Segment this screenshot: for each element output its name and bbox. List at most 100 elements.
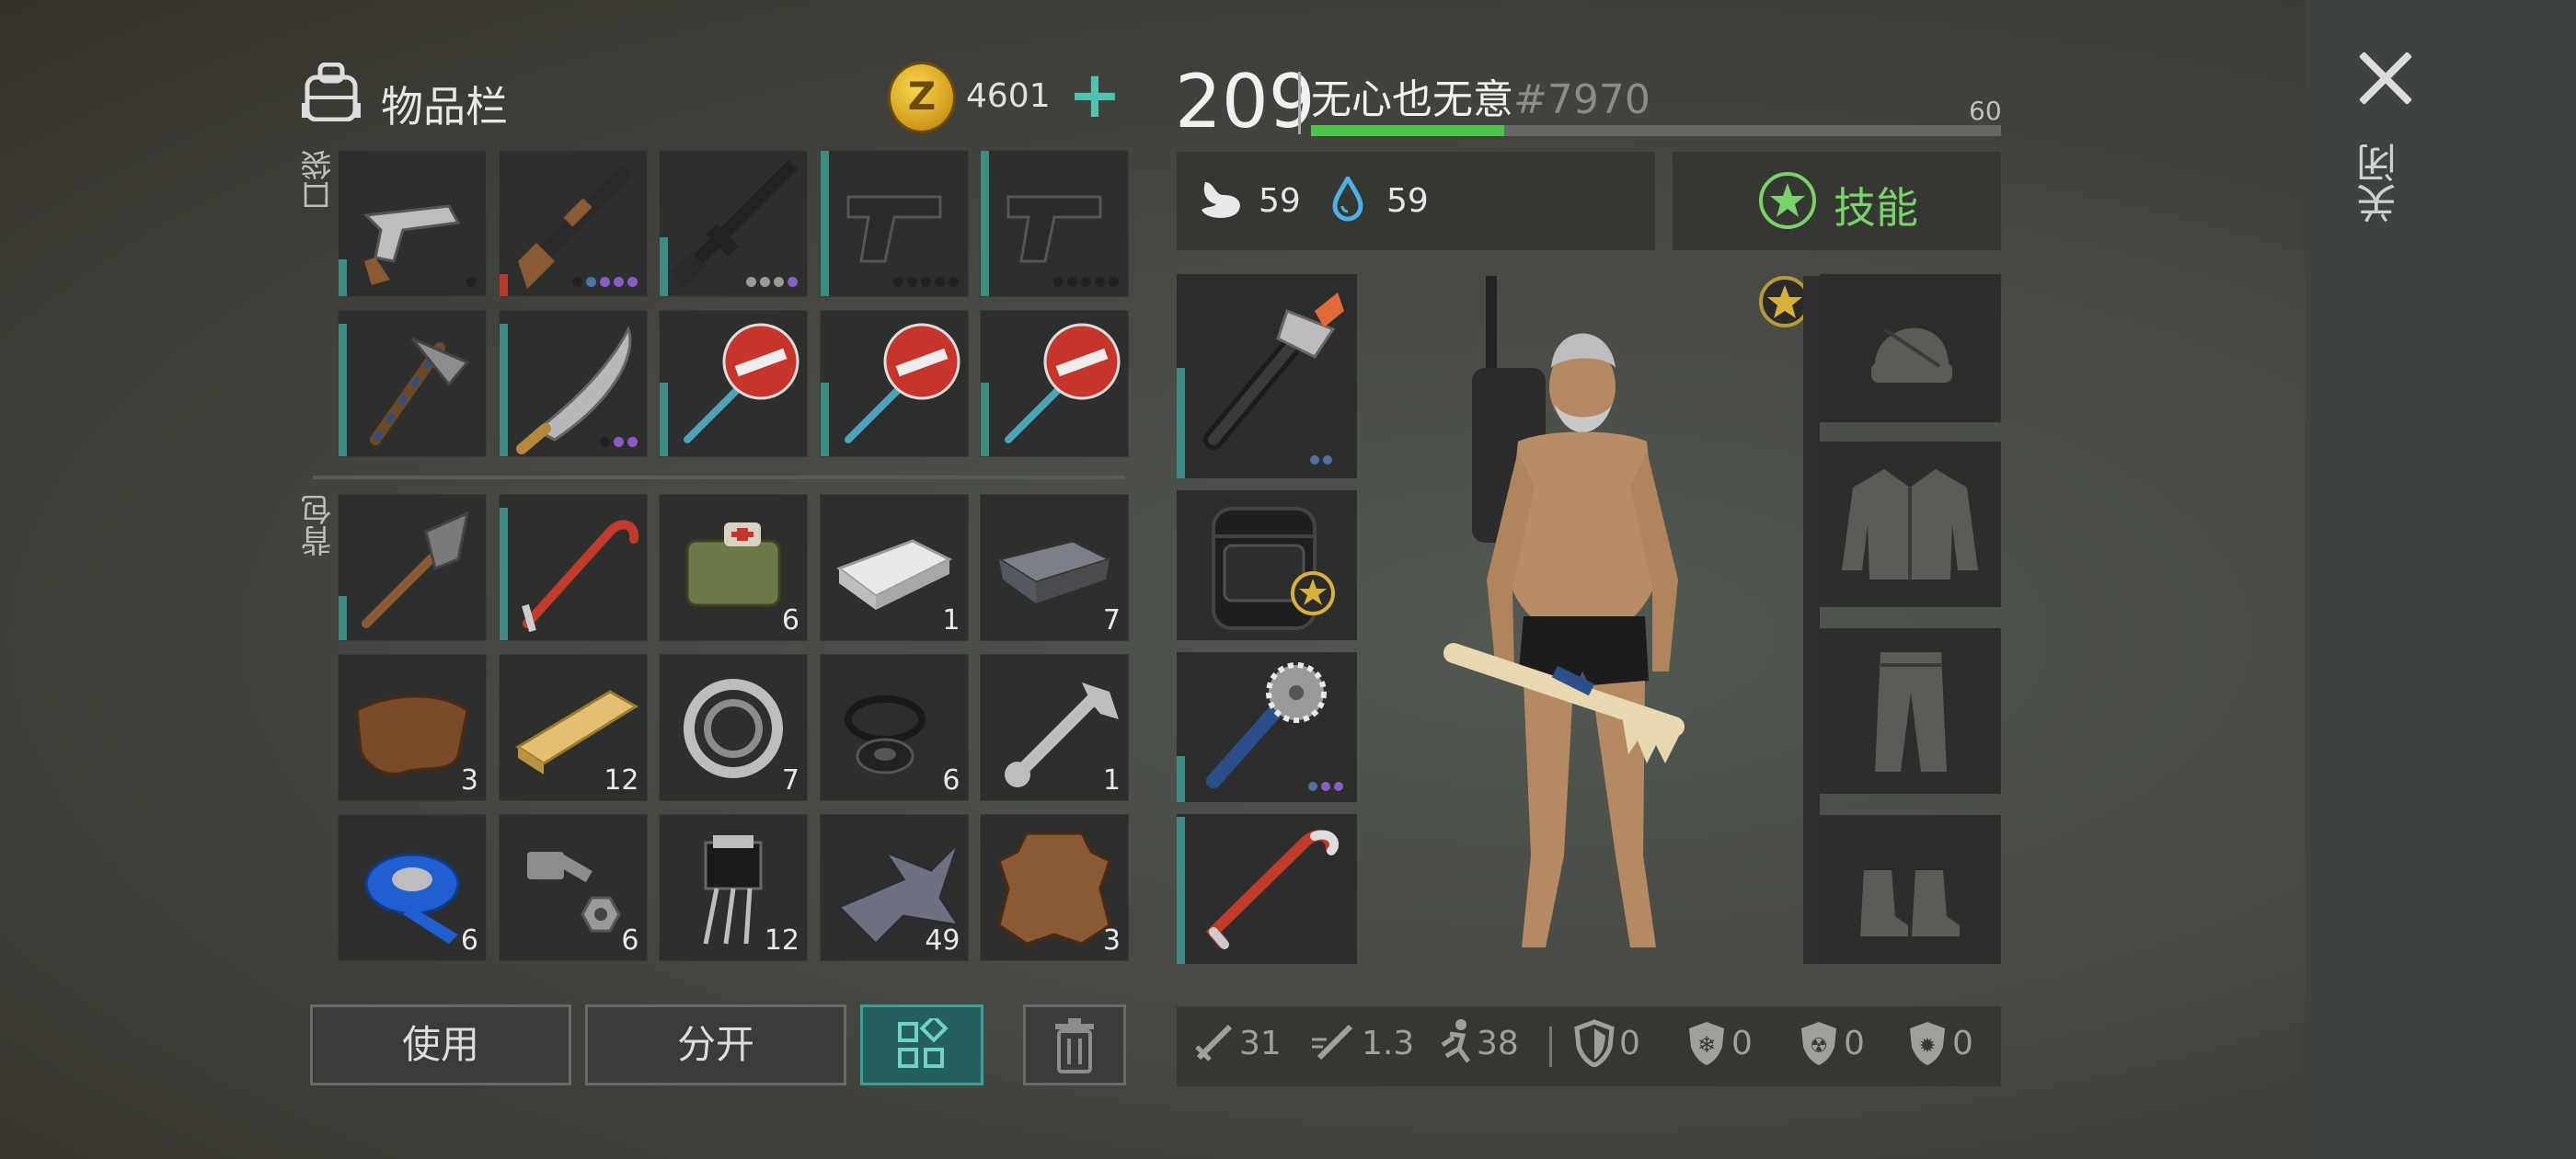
equip-legs-slot[interactable] <box>1820 628 2001 794</box>
equip-head-slot[interactable] <box>1820 274 2001 422</box>
backpack-label: 背包 <box>301 494 338 557</box>
durability-bar <box>499 274 508 296</box>
svg-text:✹: ✹ <box>1919 1035 1936 1058</box>
backpack-slot[interactable]: 6 <box>338 814 487 961</box>
equip-torso-slot[interactable] <box>1820 442 2001 607</box>
split-button[interactable]: 分开 <box>585 1004 846 1085</box>
skills-label[interactable]: 技能 <box>1834 175 1918 235</box>
close-label[interactable]: 关闭 <box>2357 143 2412 224</box>
item-mod-dots <box>599 437 638 447</box>
item-mod-dots <box>571 277 638 287</box>
character-avatar <box>1443 276 1685 947</box>
food-value: 59 <box>1259 182 1301 220</box>
pocket-slot[interactable] <box>819 310 969 457</box>
backpack-slot[interactable] <box>338 494 487 641</box>
pocket-slot[interactable] <box>980 310 1129 457</box>
durability-bar <box>981 383 989 456</box>
trash-icon <box>1055 1018 1094 1073</box>
durability-bar <box>339 324 347 456</box>
backpack-slot[interactable] <box>498 494 648 641</box>
backpack-slot[interactable]: 6 <box>819 654 969 801</box>
pocket-slot[interactable] <box>980 150 1129 297</box>
shotgun-icon <box>517 164 634 289</box>
toxic-resist-icon: ✹ <box>1910 1022 1945 1065</box>
add-currency-button[interactable]: + <box>1063 63 1127 129</box>
speed-value: 38 <box>1477 1025 1519 1062</box>
item-mod-dots <box>746 277 798 287</box>
item-count: 3 <box>1102 924 1121 957</box>
backpack-slot[interactable]: 3 <box>980 814 1129 961</box>
item-count: 49 <box>925 924 960 957</box>
sort-grid-button[interactable] <box>860 1004 983 1085</box>
crowbar-icon <box>521 520 638 633</box>
stats-separator <box>1549 1027 1552 1067</box>
item-count: 1 <box>1102 764 1121 797</box>
pocket-slot[interactable] <box>338 310 487 457</box>
attack-speed-icon <box>1312 1024 1353 1061</box>
delete-button[interactable] <box>1023 1004 1126 1085</box>
stop-sign-icon <box>1005 323 1121 443</box>
item-count: 12 <box>764 924 799 957</box>
backpack-slot[interactable]: 12 <box>498 654 648 801</box>
svg-text:❄: ❄ <box>1697 1032 1716 1058</box>
durability-bar <box>339 596 347 640</box>
radiation-resist-value: 0 <box>1844 1025 1865 1062</box>
pocket-slot[interactable] <box>338 150 487 297</box>
equip-column-track <box>1803 276 1820 964</box>
player-name-text: 无心也无意 <box>1311 76 1513 123</box>
equip-melee-slot[interactable] <box>1177 652 1357 802</box>
water-value: 59 <box>1386 182 1429 220</box>
water-drop-icon <box>1332 177 1363 222</box>
equip-weapon-slot[interactable] <box>1177 274 1357 478</box>
sword-icon <box>1195 1024 1233 1061</box>
equip-backpack-slot[interactable] <box>1177 490 1357 640</box>
currency-value: 4601 <box>966 77 1051 115</box>
equip-feet-slot[interactable] <box>1820 815 2001 964</box>
item-count: 6 <box>621 924 639 957</box>
item-mod-dots <box>466 277 477 287</box>
item-count: 6 <box>781 604 799 637</box>
crowbar-icon <box>1205 830 1340 949</box>
running-icon <box>1441 1019 1471 1063</box>
backpack-slot[interactable]: 1 <box>819 494 969 641</box>
item-count: 3 <box>460 764 478 797</box>
hatchet-icon <box>370 337 470 445</box>
equip-tool-slot[interactable] <box>1177 814 1357 964</box>
pocket-slot[interactable] <box>498 310 648 457</box>
durability-bar <box>660 237 668 296</box>
backpack-icon <box>302 63 361 121</box>
item-count: 7 <box>1102 604 1121 637</box>
close-icon[interactable] <box>2353 46 2418 110</box>
item-mod-dots <box>892 277 959 287</box>
pocket-slot[interactable] <box>659 310 808 457</box>
player-tag: #7970 <box>1513 76 1650 123</box>
item-mod-dots <box>1053 277 1119 287</box>
backpack-slot[interactable]: 7 <box>659 654 808 801</box>
xp-bar-fill <box>1311 125 1504 136</box>
shovel-icon <box>362 511 470 628</box>
pocket-slot[interactable] <box>819 150 969 297</box>
backpack-slot[interactable]: 7 <box>980 494 1129 641</box>
backpack-slot[interactable]: 1 <box>980 654 1129 801</box>
item-count: 6 <box>942 764 960 797</box>
hammer-icon <box>1203 293 1344 465</box>
beanie-icon <box>1871 327 1952 383</box>
backpack-slot[interactable]: 12 <box>659 814 808 961</box>
backpack-slot[interactable]: 49 <box>819 814 969 961</box>
star-icon <box>1759 172 1816 229</box>
durability-bar <box>820 383 829 456</box>
stop-sign-icon <box>844 323 960 443</box>
use-button[interactable]: 使用 <box>310 1004 571 1085</box>
pistol-icon <box>1006 195 1102 263</box>
backpack-slot[interactable]: 6 <box>498 814 648 961</box>
damage-value: 31 <box>1239 1025 1282 1062</box>
pocket-slot[interactable] <box>659 150 808 297</box>
armor-value: 0 <box>1619 1025 1640 1062</box>
item-count: 1 <box>942 604 960 637</box>
durability-bar <box>339 259 347 296</box>
pocket-slot[interactable] <box>498 150 648 297</box>
durability-bar <box>499 508 508 640</box>
backpack-slot[interactable]: 3 <box>338 654 487 801</box>
backpack-slot[interactable]: 6 <box>659 494 808 641</box>
boots-icon <box>1860 870 1960 936</box>
